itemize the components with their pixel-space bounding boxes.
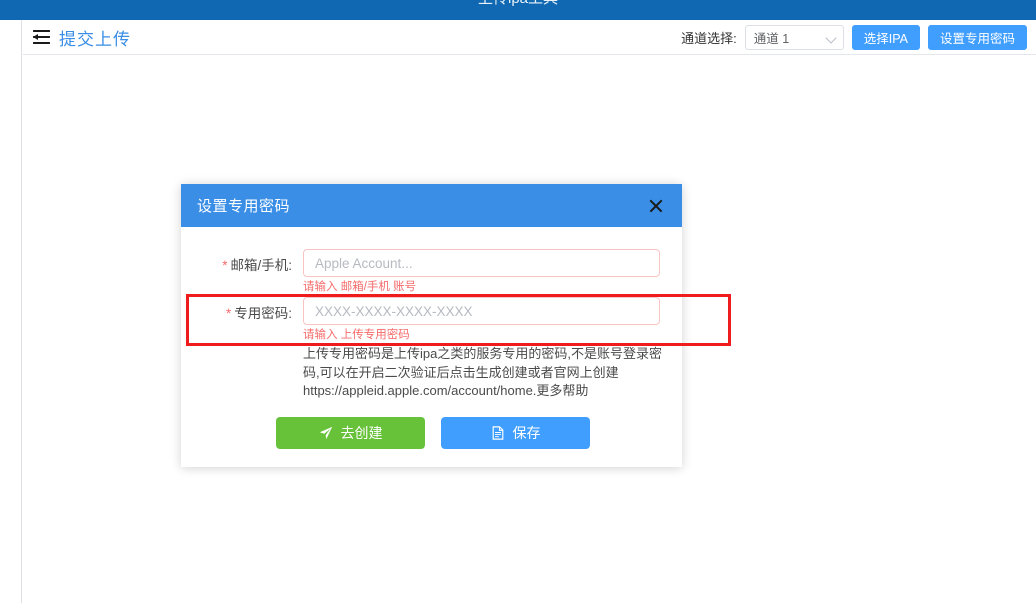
header-left-group: 提交上传	[23, 25, 131, 50]
main-content: 设置专用密码 *邮箱/手机: 请输入 邮箱/手机 账号	[23, 56, 1036, 603]
channel-select-value: 通道 1	[753, 31, 790, 46]
window-title: 上传ipa工具	[0, 0, 1036, 9]
channel-select-label: 通道选择:	[681, 30, 737, 46]
password-input[interactable]	[303, 297, 660, 325]
go-create-label: 去创建	[340, 424, 383, 441]
menu-fold-icon[interactable]	[33, 29, 50, 45]
dialog-header: 设置专用密码	[181, 184, 682, 227]
chevron-down-icon	[825, 31, 837, 44]
page-header: 提交上传 通道选择: 通道 1 选择IPA 设置专用密码	[23, 20, 1036, 55]
account-input[interactable]	[303, 249, 660, 277]
header-right-group: 通道选择: 通道 1 选择IPA 设置专用密码	[681, 24, 1036, 50]
form-row-password: *专用密码: 请输入 上传专用密码	[203, 297, 660, 343]
form-row-account: *邮箱/手机: 请输入 邮箱/手机 账号	[203, 249, 660, 295]
select-ipa-button[interactable]: 选择IPA	[851, 24, 920, 50]
document-icon	[491, 425, 505, 440]
close-icon[interactable]	[646, 196, 666, 216]
account-field-label: * 邮箱/手机:	[203, 249, 303, 274]
password-field-wrap: 请输入 上传专用密码	[303, 297, 660, 343]
channel-select[interactable]: 通道 1	[744, 24, 844, 50]
account-field-error: 请输入 邮箱/手机 账号	[303, 281, 417, 293]
sidebar-rail	[0, 20, 22, 603]
help-text: 上传专用密码是上传ipa之类的服务专用的密码,不是账号登录密码,可以在开启二次验…	[303, 346, 662, 398]
go-create-button[interactable]: 去创建	[276, 416, 425, 449]
dialog-footer: 去创建 保存	[181, 401, 682, 467]
dialog-body: *邮箱/手机: 请输入 邮箱/手机 账号 *专用密码: 请输入 上传专用密码	[181, 227, 682, 401]
save-button[interactable]: 保存	[441, 416, 590, 449]
required-asterisk-icon: *	[225, 306, 232, 321]
password-field-error: 请输入 上传专用密码	[303, 329, 410, 341]
dialog-title: 设置专用密码	[197, 198, 291, 215]
page-title: 提交上传	[59, 29, 131, 49]
app-root: 上传ipa工具 提交上传 通道选择: 通道 1 选择IPA 设置专用密码	[0, 0, 1036, 603]
set-password-dialog: 设置专用密码 *邮箱/手机: 请输入 邮箱/手机 账号	[181, 184, 682, 467]
save-label: 保存	[512, 424, 541, 441]
password-label-text: 专用密码:	[234, 306, 292, 321]
window-title-bar: 上传ipa工具	[0, 0, 1036, 20]
paper-plane-icon	[319, 426, 333, 440]
password-field-label: * 专用密码:	[203, 297, 303, 322]
required-asterisk-icon: *	[222, 258, 228, 273]
account-field-wrap: 请输入 邮箱/手机 账号	[303, 249, 660, 295]
set-password-button[interactable]: 设置专用密码	[927, 24, 1027, 50]
account-label-text: 邮箱/手机:	[230, 258, 292, 273]
